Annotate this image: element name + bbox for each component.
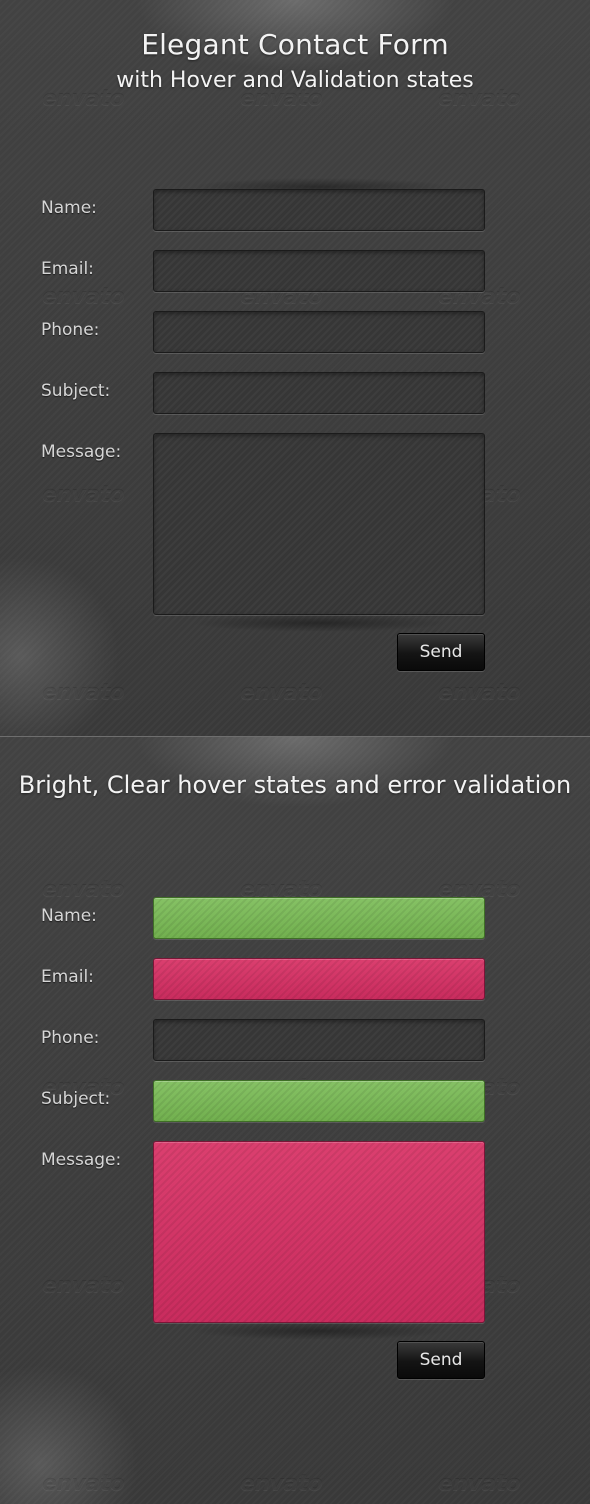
subject-input[interactable] <box>153 372 485 414</box>
email-label: Email: <box>41 259 94 279</box>
message-label: Message: <box>41 442 122 462</box>
message-textarea[interactable] <box>153 433 485 615</box>
message-label: Message: <box>41 1150 122 1170</box>
name-input-valid[interactable] <box>153 897 485 939</box>
send-button[interactable]: Send <box>397 633 485 671</box>
phone-label: Phone: <box>41 1028 100 1048</box>
corner-glow <box>0 556 120 736</box>
validation-state-panel: envato envato envato envato envato envat… <box>0 737 590 1504</box>
watermark: envato <box>42 1273 125 1298</box>
name-input[interactable] <box>153 189 485 231</box>
textarea-shadow <box>190 614 450 632</box>
subject-label: Subject: <box>41 381 111 401</box>
message-textarea-error[interactable] <box>153 1141 485 1323</box>
name-label: Name: <box>41 198 97 218</box>
watermark: envato <box>438 1471 521 1496</box>
watermark: envato <box>438 680 521 705</box>
subject-label: Subject: <box>41 1089 111 1109</box>
email-input-error[interactable] <box>153 958 485 1000</box>
email-input[interactable] <box>153 250 485 292</box>
email-label: Email: <box>41 967 94 987</box>
watermark: envato <box>42 284 125 309</box>
textarea-shadow <box>190 1322 450 1340</box>
default-state-panel: envato envato envato envato envato envat… <box>0 0 590 736</box>
watermark: envato <box>42 877 125 902</box>
page-subtitle: with Hover and Validation states <box>116 68 474 93</box>
watermark: envato <box>240 1471 323 1496</box>
page-title: Elegant Contact Form <box>141 28 449 61</box>
section-title: Bright, Clear hover states and error val… <box>18 771 572 799</box>
watermark: envato <box>42 482 125 507</box>
watermark: envato <box>240 680 323 705</box>
corner-glow <box>0 1364 140 1504</box>
phone-input[interactable] <box>153 311 485 353</box>
phone-label: Phone: <box>41 320 100 340</box>
phone-input[interactable] <box>153 1019 485 1061</box>
name-label: Name: <box>41 906 97 926</box>
send-button[interactable]: Send <box>397 1341 485 1379</box>
subject-input-valid[interactable] <box>153 1080 485 1122</box>
